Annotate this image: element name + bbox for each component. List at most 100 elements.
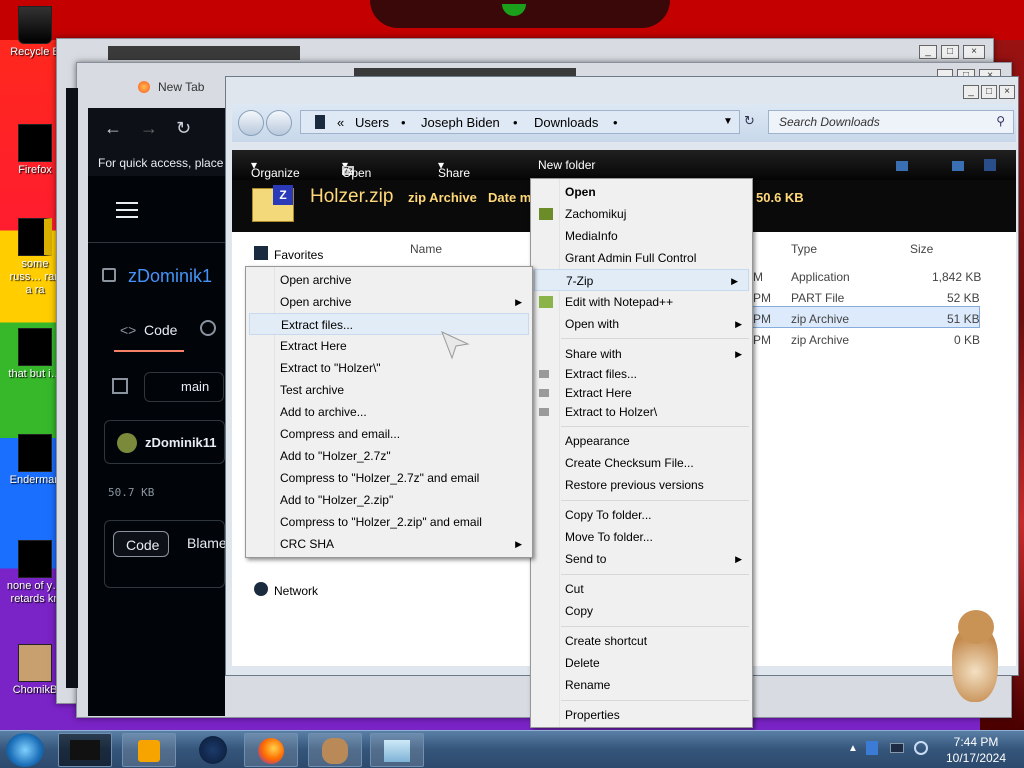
menu-item-mediainfo[interactable]: MediaInfo xyxy=(531,225,752,247)
menu-item-send-to[interactable]: Send to ▶ xyxy=(531,548,752,570)
hamburger-menu-icon[interactable] xyxy=(116,202,138,218)
menu-item-properties[interactable]: Properties xyxy=(531,704,752,726)
file-time: PM xyxy=(753,333,771,347)
network-icon[interactable] xyxy=(890,743,904,753)
menu-item-add-to-7z[interactable]: Add to "Holzer_2.7z" xyxy=(246,445,532,467)
view-icon[interactable] xyxy=(896,161,908,171)
hamster-image xyxy=(944,606,1004,706)
show-hidden-icons[interactable]: ▲ xyxy=(848,743,858,754)
chevron-down-icon[interactable]: ▼ xyxy=(723,116,733,127)
share-with-button[interactable]: Share with ▾ xyxy=(438,158,470,194)
open-button[interactable]: 7z Open ▾ xyxy=(342,158,371,180)
issues-icon[interactable] xyxy=(200,320,216,336)
menu-item-7zip[interactable]: 7-Zip ▶ xyxy=(534,269,749,291)
tab-code[interactable]: Code xyxy=(144,322,177,338)
breadcrumb-users[interactable]: Users xyxy=(355,115,389,130)
branch-selector[interactable]: main xyxy=(144,372,224,402)
file-size: 52 KB xyxy=(947,291,980,305)
breadcrumb-separator: • xyxy=(401,115,406,130)
search-input[interactable]: Search Downloads ⚲ xyxy=(768,110,1014,134)
organize-button[interactable]: Organize ▾ xyxy=(251,158,300,180)
menu-item-extract-to[interactable]: Extract to Holzer\ xyxy=(531,401,752,423)
help-icon[interactable] xyxy=(984,159,996,171)
start-button[interactable] xyxy=(6,733,44,767)
menu-item-create-checksum[interactable]: Create Checksum File... xyxy=(531,452,752,474)
menu-item-share-with[interactable]: Share with ▶ xyxy=(531,343,752,365)
column-header-name[interactable]: Name xyxy=(410,242,442,256)
taskbar-globe[interactable] xyxy=(186,733,240,767)
clock[interactable]: 7:44 PM 10/17/2024 xyxy=(938,734,1014,766)
taskbar-media-player[interactable] xyxy=(122,733,176,767)
forward-button[interactable] xyxy=(266,110,292,136)
firefox-icon xyxy=(18,124,52,162)
code-button[interactable]: Code xyxy=(113,531,169,557)
nav-favorites[interactable]: Favorites xyxy=(274,248,323,262)
avatar[interactable] xyxy=(117,433,137,453)
maximize-button[interactable]: □ xyxy=(981,85,997,99)
back-arrow-icon[interactable]: ← xyxy=(104,118,122,139)
minimize-button[interactable]: _ xyxy=(919,45,937,59)
new-folder-button[interactable]: New folder xyxy=(538,158,595,172)
7zip-icon xyxy=(539,389,549,397)
menu-item-crc-sha[interactable]: CRC SHA ▶ xyxy=(246,533,532,555)
menu-item-open-archive[interactable]: Open archive xyxy=(246,269,532,291)
menu-item-restore-versions[interactable]: Restore previous versions xyxy=(531,474,752,496)
nav-network[interactable]: Network xyxy=(274,584,318,598)
7zip-icon xyxy=(539,408,549,416)
menu-item-add-to-archive[interactable]: Add to archive... xyxy=(246,401,532,423)
menu-item-grant-admin[interactable]: Grant Admin Full Control xyxy=(531,247,752,269)
menu-item-copy-to-folder[interactable]: Copy To folder... xyxy=(531,504,752,526)
commit-author[interactable]: zDominik11 xyxy=(145,435,217,450)
breadcrumb-downloads[interactable]: Downloads xyxy=(534,115,598,130)
preview-pane-icon[interactable] xyxy=(952,161,964,171)
menu-item-open-with[interactable]: Open with ▶ xyxy=(531,313,752,335)
taskbar-firefox[interactable] xyxy=(244,733,298,767)
maximize-button[interactable]: □ xyxy=(941,45,959,59)
tab-new-tab[interactable]: New Tab xyxy=(138,80,204,94)
menu-item-extract-to[interactable]: Extract to "Holzer\" xyxy=(246,357,532,379)
menu-item-delete[interactable]: Delete xyxy=(531,652,752,674)
search-placeholder: Search Downloads xyxy=(779,115,880,129)
close-button[interactable]: × xyxy=(963,45,985,59)
sidebar-toggle-icon[interactable] xyxy=(112,378,128,394)
tray-icon[interactable] xyxy=(866,741,878,755)
menu-item-compress-email[interactable]: Compress and email... xyxy=(246,423,532,445)
menu-item-add-to-zip[interactable]: Add to "Holzer_2.zip" xyxy=(246,489,532,511)
column-header-type[interactable]: Type xyxy=(791,242,817,256)
refresh-icon[interactable]: ↻ xyxy=(744,113,755,129)
menu-item-extract-files[interactable]: Extract files... xyxy=(249,313,529,335)
menu-item-rename[interactable]: Rename xyxy=(531,674,752,696)
close-button[interactable]: × xyxy=(999,85,1015,99)
7zip-submenu: Open archive Open archive ▶ Extract files… xyxy=(245,266,533,558)
menu-item-create-shortcut[interactable]: Create shortcut xyxy=(531,630,752,652)
volume-icon[interactable] xyxy=(914,741,928,755)
explorer-icon xyxy=(384,740,410,762)
window-edge xyxy=(66,88,78,688)
menu-item-move-to-folder[interactable]: Move To folder... xyxy=(531,526,752,548)
minimize-button[interactable]: _ xyxy=(963,85,979,99)
menu-item-zachomikuj[interactable]: Zachomikuj xyxy=(531,203,752,225)
forward-arrow-icon[interactable]: → xyxy=(140,118,158,139)
column-header-size[interactable]: Size xyxy=(910,242,933,256)
breadcrumb-joseph-biden[interactable]: Joseph Biden xyxy=(421,115,500,130)
reload-icon[interactable]: ↻ xyxy=(176,118,191,139)
taskbar-recycle-bin[interactable] xyxy=(58,733,112,767)
menu-item-notepadpp[interactable]: Edit with Notepad++ xyxy=(531,291,752,313)
address-bar[interactable]: « Users • Joseph Biden • Downloads • ▼ xyxy=(300,110,740,134)
menu-item-open[interactable]: Open xyxy=(531,181,752,203)
menu-item-appearance[interactable]: Appearance xyxy=(531,430,752,452)
menu-item-copy[interactable]: Copy xyxy=(531,600,752,622)
repo-owner-link[interactable]: zDominik1 xyxy=(128,266,212,287)
menu-item-compress-zip-email[interactable]: Compress to "Holzer_2.zip" and email xyxy=(246,511,532,533)
back-button[interactable] xyxy=(238,110,264,136)
menu-item-test-archive[interactable]: Test archive xyxy=(246,379,532,401)
taskbar-hamster[interactable] xyxy=(308,733,362,767)
hamster-icon xyxy=(539,208,553,220)
blame-button[interactable]: Blame xyxy=(187,535,227,551)
menu-item-open-archive-submenu[interactable]: Open archive ▶ xyxy=(246,291,532,313)
menu-item-cut[interactable]: Cut xyxy=(531,578,752,600)
menu-item-compress-7z-email[interactable]: Compress to "Holzer_2.7z" and email xyxy=(246,467,532,489)
selected-row-highlight xyxy=(748,306,980,328)
menu-item-extract-here[interactable]: Extract Here xyxy=(246,335,532,357)
taskbar-explorer[interactable] xyxy=(370,733,424,767)
